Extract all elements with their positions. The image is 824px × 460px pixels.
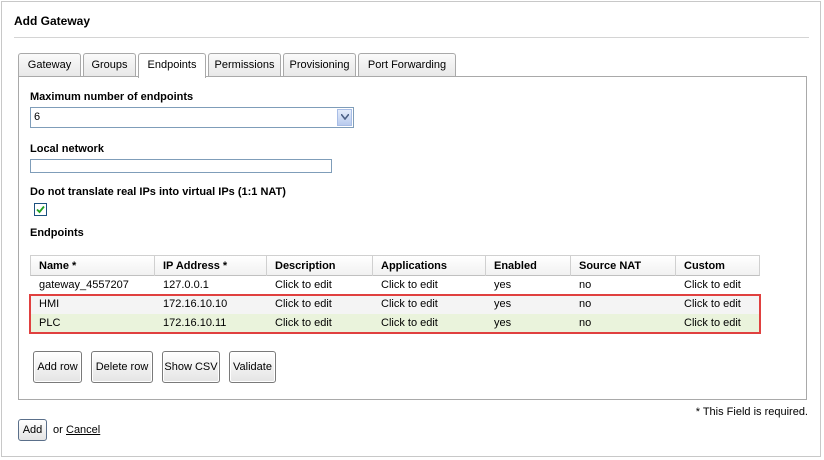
cell-custom[interactable]: Click to edit — [675, 314, 741, 333]
cell-custom[interactable]: Click to edit — [675, 295, 741, 314]
checkmark-icon — [36, 205, 45, 214]
local-network-input[interactable] — [30, 159, 332, 173]
column-header-applications[interactable]: Applications — [373, 256, 486, 276]
column-header-description[interactable]: Description — [267, 256, 373, 276]
nat-label: Do not translate real IPs into virtual I… — [30, 186, 286, 198]
cell-name[interactable]: HMI — [30, 295, 59, 314]
cell-name[interactable]: PLC — [30, 314, 60, 333]
cell-description[interactable]: Click to edit — [266, 295, 332, 314]
cancel-link[interactable]: Cancel — [66, 424, 100, 436]
cell-applications[interactable]: Click to edit — [372, 276, 438, 295]
page-title: Add Gateway — [14, 14, 91, 28]
max-endpoints-label: Maximum number of endpoints — [30, 91, 194, 103]
cell-enabled[interactable]: yes — [485, 295, 511, 314]
nat-checkbox[interactable] — [34, 203, 47, 216]
chevron-down-icon[interactable] — [337, 109, 352, 126]
or-text: or — [53, 424, 63, 436]
cell-ip-address[interactable]: 127.0.0.1 — [154, 276, 209, 295]
add-button[interactable]: Add — [18, 419, 47, 441]
table-header: Name * IP Address * Description Applicat… — [30, 255, 760, 276]
column-header-custom[interactable]: Custom — [676, 256, 761, 276]
cell-description[interactable]: Click to edit — [266, 276, 332, 295]
title-divider — [14, 37, 809, 38]
cell-applications[interactable]: Click to edit — [372, 314, 438, 333]
validate-button[interactable]: Validate — [229, 351, 276, 383]
cell-applications[interactable]: Click to edit — [372, 295, 438, 314]
table-row[interactable]: HMI 172.16.10.10 Click to edit Click to … — [30, 295, 760, 314]
local-network-label: Local network — [30, 143, 104, 155]
required-field-note: * This Field is required. — [695, 406, 808, 418]
column-header-enabled[interactable]: Enabled — [486, 256, 571, 276]
column-header-source-nat[interactable]: Source NAT — [571, 256, 676, 276]
cell-source-nat[interactable]: no — [570, 295, 591, 314]
cell-ip-address[interactable]: 172.16.10.10 — [154, 295, 227, 314]
endpoints-table: Name * IP Address * Description Applicat… — [30, 255, 760, 333]
max-endpoints-select[interactable]: 6 — [30, 107, 354, 128]
endpoints-label: Endpoints — [30, 227, 84, 239]
show-csv-button[interactable]: Show CSV — [162, 351, 220, 383]
cell-source-nat[interactable]: no — [570, 314, 591, 333]
delete-row-button[interactable]: Delete row — [91, 351, 153, 383]
tab-provisioning[interactable]: Provisioning — [283, 53, 356, 76]
table-row[interactable]: gateway_4557207 127.0.0.1 Click to edit … — [30, 276, 760, 295]
cell-name[interactable]: gateway_4557207 — [30, 276, 129, 295]
column-header-ip-address[interactable]: IP Address * — [155, 256, 267, 276]
column-header-name[interactable]: Name * — [31, 256, 155, 276]
cell-source-nat[interactable]: no — [570, 276, 591, 295]
tab-port-forwarding[interactable]: Port Forwarding — [358, 53, 456, 76]
tab-gateway[interactable]: Gateway — [18, 53, 81, 76]
tab-permissions[interactable]: Permissions — [208, 53, 281, 76]
tab-groups[interactable]: Groups — [83, 53, 136, 76]
cell-custom[interactable]: Click to edit — [675, 276, 741, 295]
cell-enabled[interactable]: yes — [485, 314, 511, 333]
cell-ip-address[interactable]: 172.16.10.11 — [154, 314, 226, 333]
table-row[interactable]: PLC 172.16.10.11 Click to edit Click to … — [30, 314, 760, 333]
max-endpoints-value: 6 — [34, 111, 41, 123]
cell-description[interactable]: Click to edit — [266, 314, 332, 333]
tab-endpoints[interactable]: Endpoints — [138, 53, 206, 78]
add-row-button[interactable]: Add row — [33, 351, 82, 383]
cell-enabled[interactable]: yes — [485, 276, 511, 295]
